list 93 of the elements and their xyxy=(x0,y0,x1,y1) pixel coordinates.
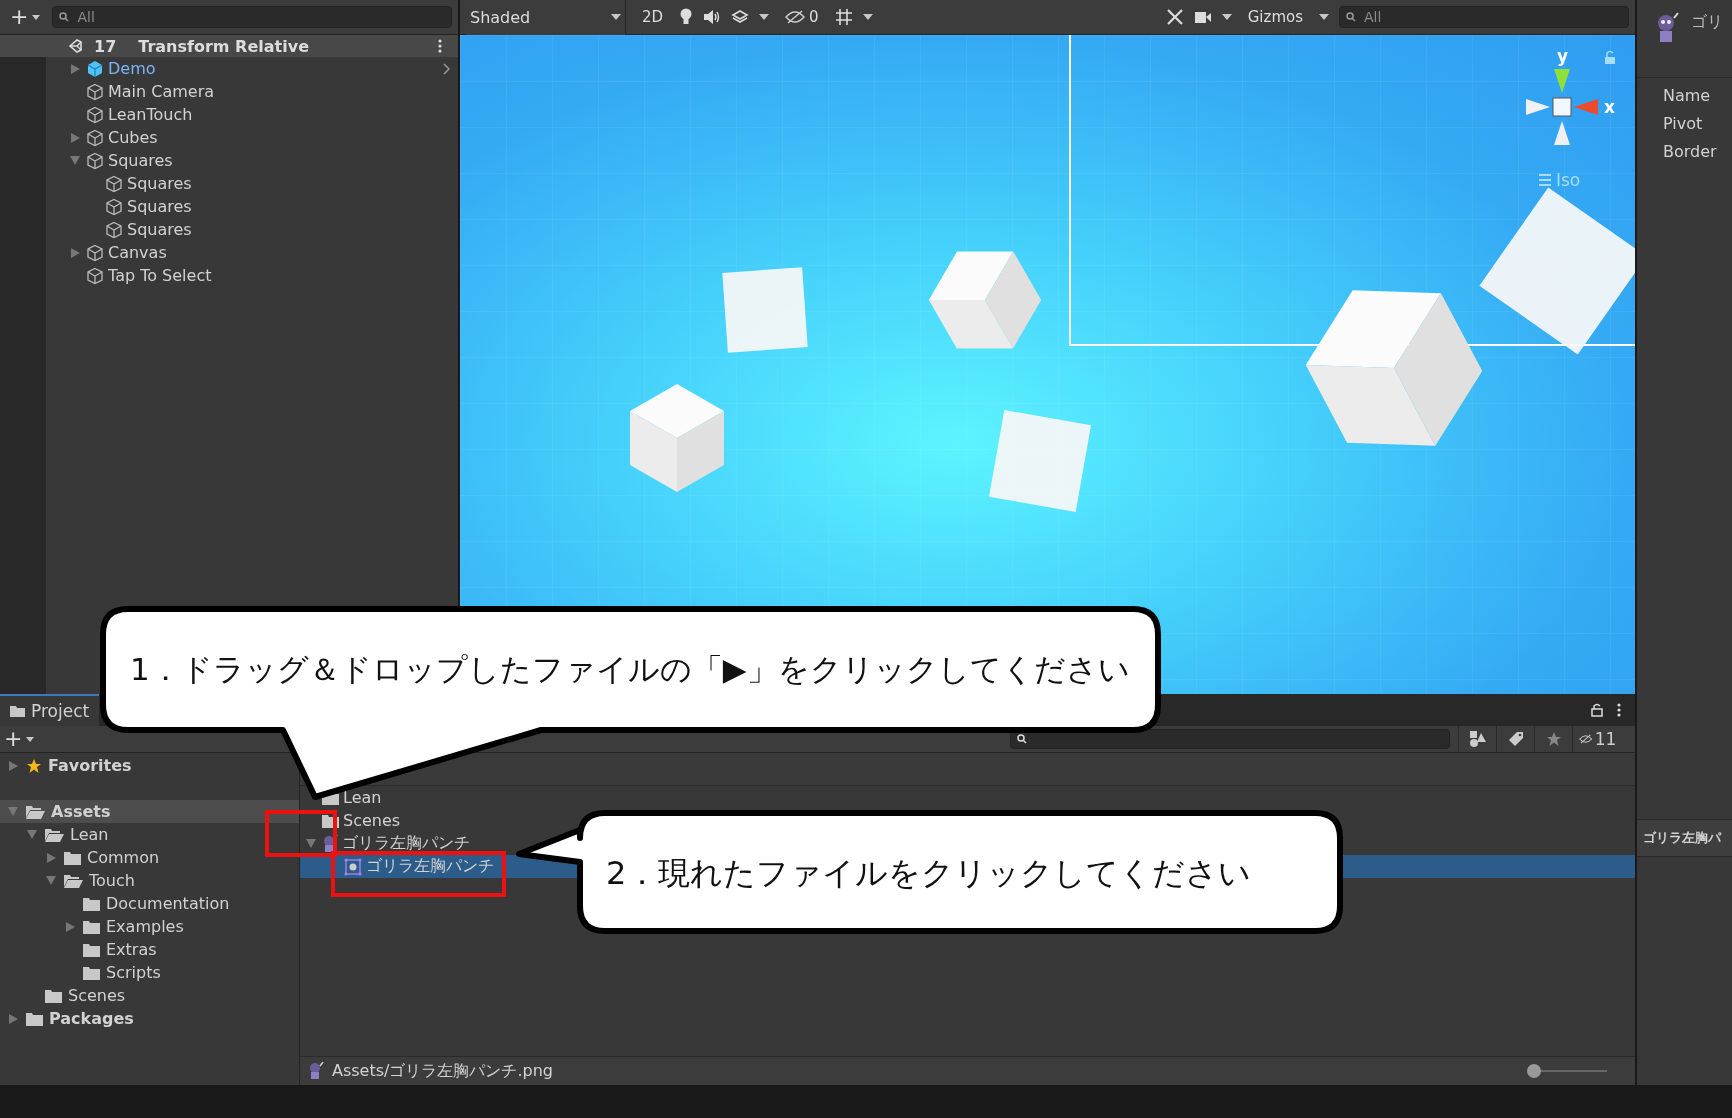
tools-icon[interactable] xyxy=(1165,8,1184,26)
hierarchy-item[interactable]: Squares xyxy=(127,220,192,239)
folder-icon xyxy=(45,988,62,1003)
eye-slash-icon xyxy=(1579,732,1593,746)
folder-icon xyxy=(83,896,100,911)
hierarchy-item[interactable]: Cubes xyxy=(108,128,158,147)
folder-open-icon xyxy=(64,873,83,888)
folder-tree-item[interactable]: Lean xyxy=(70,825,109,844)
caret-right-icon[interactable] xyxy=(70,132,80,143)
hierarchy-item[interactable]: Squares xyxy=(127,174,192,193)
zoom-slider[interactable] xyxy=(1527,1064,1607,1078)
sprite-icon xyxy=(344,857,362,876)
folder-icon xyxy=(83,965,100,980)
folder-tree-item[interactable]: Touch xyxy=(89,871,135,890)
hierarchy-item[interactable]: Demo xyxy=(108,59,156,78)
character-icon xyxy=(1655,12,1679,44)
folder-icon xyxy=(10,705,25,717)
lock-icon[interactable] xyxy=(1591,703,1603,717)
chevron-right-icon[interactable] xyxy=(443,62,450,75)
folder-tree-item[interactable]: Assets xyxy=(51,802,111,821)
folder-tree-item[interactable]: Scripts xyxy=(106,963,161,982)
axis-gizmo-drawing[interactable] xyxy=(1526,69,1598,145)
field-label: Pivot xyxy=(1663,114,1704,133)
camera-icon[interactable] xyxy=(1193,10,1212,24)
scene-number: 17 xyxy=(94,36,117,56)
search-icon xyxy=(1346,12,1358,22)
layers-icon[interactable] xyxy=(731,9,750,25)
folder-tree-item[interactable]: Favorites xyxy=(48,756,132,775)
caret-right-icon[interactable] xyxy=(70,247,80,258)
light-bulb-icon[interactable] xyxy=(679,8,694,26)
hierarchy-item[interactable]: Canvas xyxy=(108,243,167,262)
folder-open-icon xyxy=(26,804,45,819)
asset-path: Assets/ゴリラ左胸パンチ.png xyxy=(332,1060,553,1082)
y-axis-label: y xyxy=(1557,46,1569,66)
shading-dropdown[interactable]: Shaded xyxy=(466,0,626,35)
caret-down-icon xyxy=(26,736,35,742)
hierarchy-item[interactable]: Tap To Select xyxy=(108,266,212,285)
folder-tree-item[interactable]: Common xyxy=(87,848,160,867)
caret-down-icon xyxy=(32,14,41,20)
star-icon xyxy=(26,757,42,774)
search-field[interactable] xyxy=(1010,729,1451,749)
caret-down-icon xyxy=(611,14,621,20)
selected-row[interactable]: Assets xyxy=(0,800,299,823)
field-label: Name xyxy=(1663,86,1712,105)
character-icon xyxy=(308,1062,324,1080)
folder-icon xyxy=(83,942,100,957)
grid-icon[interactable] xyxy=(834,8,853,26)
eye-slash-icon xyxy=(785,10,806,24)
x-axis-label: x xyxy=(1604,97,1615,117)
shapes-icon xyxy=(1468,730,1487,748)
section-header[interactable]: ゴリラ左胸パ xyxy=(1637,819,1732,857)
tag-icon xyxy=(1507,731,1524,747)
hierarchy-item[interactable]: Squares xyxy=(108,151,173,170)
speaker-icon[interactable] xyxy=(703,10,722,24)
caret-right-icon[interactable] xyxy=(70,63,80,74)
callout-text: 2．現れたファイルをクリックしてください xyxy=(606,853,1252,894)
caret-down-icon[interactable] xyxy=(759,14,770,20)
asset-item[interactable]: Lean xyxy=(343,788,382,807)
folder-tree-item[interactable]: Scenes xyxy=(68,986,126,1005)
more-icon[interactable] xyxy=(1617,703,1621,717)
folder-tree-item[interactable]: Documentation xyxy=(106,894,230,913)
folder-tree-item[interactable]: Packages xyxy=(49,1009,134,1028)
more-icon[interactable] xyxy=(438,39,442,53)
scene-name: Transform Relative xyxy=(138,36,309,56)
scene-icon xyxy=(68,38,84,54)
folder-open-icon xyxy=(45,827,64,842)
asset-item[interactable]: Scenes xyxy=(343,811,401,830)
caret-down-icon[interactable] xyxy=(1319,14,1329,20)
caret-right-icon[interactable] xyxy=(65,921,75,932)
asset-item[interactable]: ゴリラ左胸パンチ xyxy=(342,833,470,854)
star-icon xyxy=(1545,731,1562,747)
caret-right-icon[interactable] xyxy=(8,760,18,771)
folder-icon xyxy=(26,1011,43,1026)
add-button[interactable]: + xyxy=(6,6,45,28)
scene-header[interactable]: 17 Transform Relative xyxy=(0,35,458,57)
add-button[interactable]: + xyxy=(0,728,39,750)
search-field[interactable]: All xyxy=(52,6,452,28)
inspector-title: ゴリ xyxy=(1691,12,1723,33)
hierarchy-item[interactable]: LeanTouch xyxy=(108,105,193,124)
hierarchy-item[interactable]: Squares xyxy=(127,197,192,216)
hierarchy-item[interactable]: Main Camera xyxy=(108,82,215,101)
folder-icon xyxy=(83,919,100,934)
caret-right-icon[interactable] xyxy=(8,1013,18,1024)
asset-item[interactable]: ゴリラ左胸パンチ xyxy=(366,856,494,877)
caret-down-icon[interactable] xyxy=(862,14,873,20)
folder-tree-item[interactable]: Extras xyxy=(106,940,157,959)
caret-right-icon[interactable] xyxy=(46,852,56,863)
folder-tree-item[interactable]: Examples xyxy=(106,917,184,936)
folder-icon xyxy=(64,850,81,865)
search-field[interactable]: All xyxy=(1339,6,1629,28)
caret-down-icon[interactable] xyxy=(1221,14,1232,20)
project-tab[interactable]: Project xyxy=(0,694,100,726)
field-label: Border xyxy=(1663,142,1718,161)
